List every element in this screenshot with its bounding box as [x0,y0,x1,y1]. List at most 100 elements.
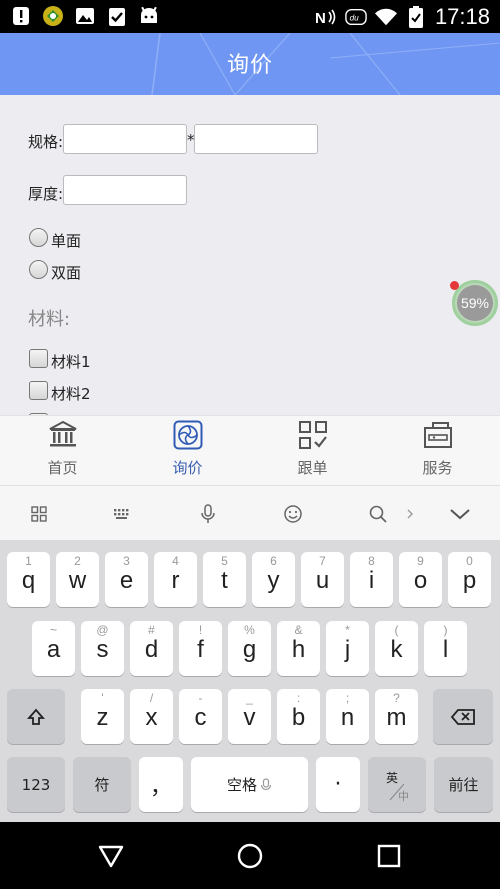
numbers-key-label: 123 [21,775,51,794]
key-hint: 7 [319,554,326,568]
tab-tracking[interactable]: 跟单 [250,416,375,485]
key-h[interactable]: & h [277,621,320,676]
radio-double-side[interactable] [29,260,48,279]
backspace-key[interactable] [433,689,493,744]
key-letter: c [194,704,207,731]
floating-memory-badge[interactable]: 59% [452,280,498,326]
mic-icon[interactable] [196,502,220,526]
tab-home-label: 首页 [47,459,78,477]
symbols-key[interactable]: 符 [73,757,131,812]
key-l[interactable]: ) l [424,621,467,676]
search-icon[interactable] [366,502,390,526]
key-letter: q [21,567,36,594]
clipboard-icon [106,5,128,27]
spec-length-input[interactable] [63,124,187,154]
emoji-icon[interactable] [281,502,305,526]
key-letter: v [243,704,256,731]
chevron-right-icon[interactable] [398,502,422,526]
bottom-tab-bar: 首页 询价 跟单 服务 [0,415,500,485]
space-key[interactable]: 空格 [191,757,308,812]
key-hint: 3 [123,554,130,568]
thickness-input[interactable] [63,175,187,205]
shift-arrow-icon [7,689,65,744]
key-z[interactable]: ' z [81,689,124,744]
key-n[interactable]: ; n [326,689,369,744]
key-d[interactable]: # d [130,621,173,676]
tab-inquiry[interactable]: 询价 [125,416,250,485]
shift-key[interactable] [7,689,65,744]
key-q[interactable]: 1q [7,552,50,607]
key-letter: a [46,636,61,663]
key-letter: k [390,636,403,663]
radio-single-side-label: 单面 [51,232,82,250]
go-key[interactable]: 前往 [434,757,493,812]
go-key-label: 前往 [448,776,479,794]
key-e[interactable]: 3e [105,552,148,607]
back-icon[interactable] [95,840,127,872]
qr-check-icon [298,420,328,454]
key-c[interactable]: -c [179,689,222,744]
key-hint: # [148,623,155,637]
checkbox-material-2-label: 材料2 [51,385,91,403]
key-hint: 6 [270,554,277,568]
badge-value: 59% [457,285,493,321]
alert-icon [10,5,32,27]
key-f[interactable]: ! f [179,621,222,676]
key-hint: 5 [221,554,228,568]
key-hint: 2 [74,554,81,568]
toolbox-icon [423,420,453,454]
key-b[interactable]: :b [277,689,320,744]
home-icon[interactable] [234,840,266,872]
key-w[interactable]: 2w [56,552,99,607]
recents-icon[interactable] [373,840,405,872]
chevron-down-icon[interactable] [448,502,472,526]
spec-width-input[interactable] [194,124,318,154]
key-letter: r [171,567,180,594]
radio-double-side-label: 双面 [51,264,82,282]
key-y[interactable]: 6y [252,552,295,607]
key-v[interactable]: _ v [228,689,271,744]
space-key-label: 空格 [226,776,257,794]
symbols-key-label: 符 [94,776,110,794]
key-o[interactable]: 9o [399,552,442,607]
key-letter: j [344,636,351,663]
thickness-label: 厚度: [28,185,64,203]
inquiry-form: 规格: * 厚度: 单面 双面 材料: 材料1 材料2 [0,95,500,415]
checkbox-material-1[interactable] [29,349,48,368]
checkbox-material-2[interactable] [29,381,48,400]
key-g[interactable]: % g [228,621,271,676]
key-hint: ; [345,691,350,705]
tab-service-label: 服务 [422,459,453,477]
tab-service[interactable]: 服务 [375,416,500,485]
key-r[interactable]: 4r [154,552,197,607]
key-s[interactable]: @ s [81,621,124,676]
period-key[interactable]: · [316,757,360,812]
keyboard-icon[interactable] [110,502,134,526]
backspace-icon [433,689,493,744]
comma-key[interactable]: ， [139,757,183,812]
grid-icon[interactable] [27,502,51,526]
key-p[interactable]: 0p [448,552,491,607]
key-i[interactable]: 8i [350,552,393,607]
numbers-key[interactable]: 123 [7,757,65,812]
key-x[interactable]: / x [130,689,173,744]
radio-single-side[interactable] [29,228,48,247]
key-m[interactable]: ? m [375,689,418,744]
key-t[interactable]: 5t [203,552,246,607]
key-a[interactable]: ~ a [32,621,75,676]
key-letter: h [291,636,306,663]
key-hint: @ [96,623,109,637]
key-k[interactable]: (k [375,621,418,676]
key-letter: l [442,636,449,663]
language-switch-key[interactable]: 英 中 [368,757,426,812]
tab-home[interactable]: 首页 [0,416,125,485]
key-letter: w [68,567,87,594]
key-u[interactable]: 7u [301,552,344,607]
key-j[interactable]: * j [326,621,369,676]
app-header: 询价 [0,33,500,95]
key-letter: d [144,636,159,663]
key-hint: : [296,691,301,705]
status-bar: N du 17:18 [0,0,500,33]
app-icon [42,5,64,27]
keyboard-toolbar [0,485,500,540]
